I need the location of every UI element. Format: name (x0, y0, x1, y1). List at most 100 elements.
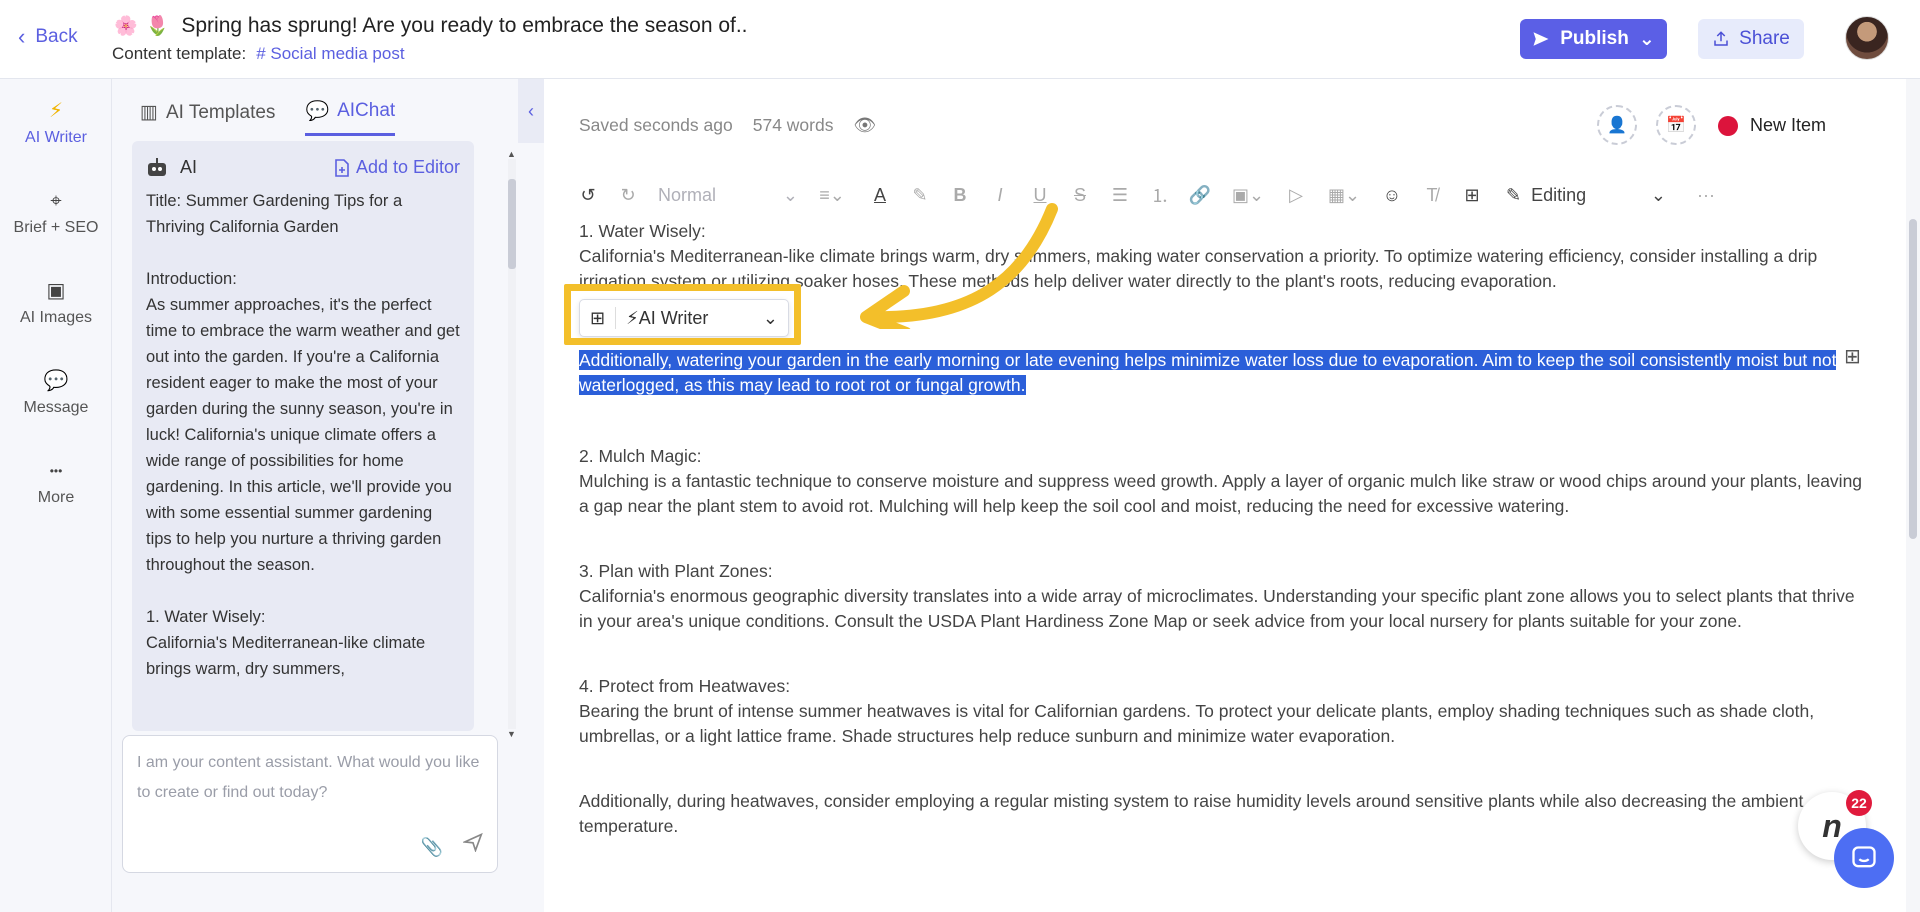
assign-user-button[interactable]: 👤 (1597, 105, 1637, 145)
author-name: AI (180, 157, 198, 177)
more-options-icon[interactable]: ··· (1686, 185, 1726, 206)
scroll-down-icon[interactable]: ▼ (507, 729, 516, 739)
saved-status: Saved seconds ago (579, 115, 733, 135)
upload-icon (1714, 31, 1728, 46)
paperclip-icon[interactable]: 📎 (421, 832, 443, 862)
tab-aichat[interactable]: 💬 AIChat (305, 99, 396, 136)
mode-value: Editing (1531, 184, 1587, 205)
pencil-icon: ✎ (1506, 184, 1522, 205)
robot-icon (148, 157, 166, 176)
document-status: Saved seconds ago 574 words 👁 (579, 115, 876, 136)
user-avatar[interactable] (1845, 16, 1889, 60)
collapse-panel-button[interactable]: ‹ (518, 79, 544, 143)
nav-brief-seo[interactable]: ⌖ Brief + SEO (0, 189, 112, 237)
status-dot (1718, 115, 1738, 136)
document-add-icon (335, 158, 349, 177)
eye-icon[interactable]: 👁 (853, 115, 876, 136)
publish-button[interactable]: Publish ⌄ (1520, 19, 1667, 59)
chat-scrollbar[interactable]: ▲ ▼ (506, 149, 518, 739)
lightning-icon: ⚡ (48, 100, 64, 122)
paragraph: California's enormous geographic diversi… (579, 586, 1855, 631)
paragraph: Additionally, during heatwaves, consider… (579, 791, 1804, 836)
left-navigation: ⚡ AI Writer ⌖ Brief + SEO ▣ AI Images 💬 … (0, 79, 112, 912)
tab-ai-templates[interactable]: ▥ AI Templates (140, 99, 275, 136)
nav-ai-images[interactable]: ▣ AI Images (0, 279, 112, 327)
emoji-icon[interactable]: ☺ (1372, 185, 1412, 206)
link-icon[interactable]: 🔗 (1180, 185, 1220, 206)
ai-chat-panel: ▥ AI Templates 💬 AIChat AI Add to Editor… (112, 79, 518, 912)
table-icon[interactable]: ▦⌄ (1316, 185, 1372, 206)
nav-message[interactable]: 💬 Message (0, 369, 112, 417)
paragraph-style-select[interactable]: Normal ⌄ (648, 185, 798, 206)
template-link[interactable]: # Social media post (256, 44, 404, 64)
editor: Saved seconds ago 574 words 👁 👤 📅 New It… (544, 79, 1906, 912)
share-label: Share (1739, 28, 1790, 49)
chevron-down-icon: ⌄ (1638, 28, 1655, 50)
chat-author: AI (146, 157, 197, 178)
schedule-button[interactable]: 📅 (1656, 105, 1696, 145)
selected-text: Additionally, watering your garden in th… (579, 350, 1837, 395)
clear-format-icon[interactable]: T̸ (1412, 185, 1452, 206)
word-count: 574 words (752, 115, 834, 135)
panel-gutter (518, 143, 544, 912)
section-heading: 1. Water Wisely: (579, 221, 706, 241)
numbered-list-icon[interactable]: ⒈ (1140, 182, 1180, 208)
paragraph: Bearing the brunt of intense summer heat… (579, 701, 1815, 746)
publish-label: Publish (1560, 28, 1629, 49)
chat-icon: 💬 (305, 101, 330, 122)
selected-paragraph: Additionally, watering your garden in th… (579, 348, 1869, 398)
tab-label: AI Templates (165, 101, 276, 123)
scroll-up-icon[interactable]: ▲ (507, 149, 516, 159)
add-to-editor-button[interactable]: Add to Editor (334, 157, 460, 178)
back-button[interactable]: ‹ Back (18, 26, 78, 48)
style-value: Normal (658, 184, 717, 205)
notification-badge: 22 (1846, 790, 1872, 816)
editor-scrollbar[interactable] (1906, 79, 1920, 912)
logo-icon: n (1822, 807, 1842, 844)
document-title[interactable]: Spring has sprung! Are you ready to embr… (181, 14, 747, 38)
chat-input[interactable]: I am your content assistant. What would … (122, 735, 498, 873)
video-icon[interactable]: ▷ (1276, 185, 1316, 206)
calendar-icon: 📅 (1666, 117, 1686, 134)
editor-toolbar: ↺ ↻ Normal ⌄ ≡⌄ A ✎ B I U S ☰ ⒈ 🔗 ▣⌄ ▷ ▦… (568, 175, 1868, 215)
send-icon[interactable] (463, 832, 483, 852)
scroll-thumb[interactable] (508, 179, 516, 269)
section-heading: 2. Mulch Magic: (579, 446, 702, 466)
bullet-list-icon[interactable]: ☰ (1100, 185, 1140, 206)
chat-message: AI Add to Editor Title: Summer Gardening… (132, 141, 474, 731)
annotation-arrow (860, 203, 1058, 329)
nav-label: AI Writer (25, 129, 87, 146)
top-header: ‹ Back 🌸 🌷 Spring has sprung! Are you re… (0, 0, 1920, 79)
comment-add-icon[interactable]: ⊞ (1452, 185, 1492, 206)
comment-add-icon[interactable]: ⊞ (1844, 344, 1861, 369)
chevron-left-icon: ‹ (18, 24, 26, 49)
scroll-thumb[interactable] (1909, 219, 1917, 539)
send-icon (1533, 32, 1549, 46)
chat-message-header: AI Add to Editor (132, 141, 474, 188)
undo-icon[interactable]: ↺ (568, 185, 608, 206)
support-chat-button[interactable] (1834, 828, 1894, 888)
redo-icon[interactable]: ↻ (608, 185, 648, 206)
chevron-down-icon: ⌄ (1650, 184, 1666, 205)
crosshair-icon: ⌖ (50, 190, 62, 212)
image-icon: ▣ (46, 280, 66, 302)
chat-message-text: Title: Summer Gardening Tips for a Thriv… (146, 192, 460, 678)
content-template: Content template: # Social media post (112, 44, 405, 64)
nav-label: More (37, 489, 75, 506)
chat-input-placeholder: I am your content assistant. What would … (137, 754, 480, 801)
status-label: New Item (1750, 115, 1827, 135)
editing-mode-select[interactable]: ✎ Editing ⌄ (1506, 185, 1666, 206)
section-heading: 4. Protect from Heatwaves: (579, 676, 791, 696)
document-title-row: 🌸 🌷 Spring has sprung! Are you ready to … (114, 14, 748, 38)
tab-label: AIChat (337, 100, 396, 121)
share-button[interactable]: Share (1698, 19, 1804, 59)
workflow-status[interactable]: New Item (1718, 115, 1826, 136)
section-heading: 3. Plan with Plant Zones: (579, 561, 773, 581)
nav-more[interactable]: ••• More (0, 459, 112, 507)
image-icon[interactable]: ▣⌄ (1220, 185, 1276, 206)
add-to-editor-label: Add to Editor (355, 157, 460, 177)
user-add-icon: 👤 (1607, 117, 1627, 134)
nav-ai-writer[interactable]: ⚡ AI Writer (0, 99, 112, 147)
nav-label: Brief + SEO (13, 219, 99, 236)
tulip-emoji: 🌷 (145, 15, 170, 37)
